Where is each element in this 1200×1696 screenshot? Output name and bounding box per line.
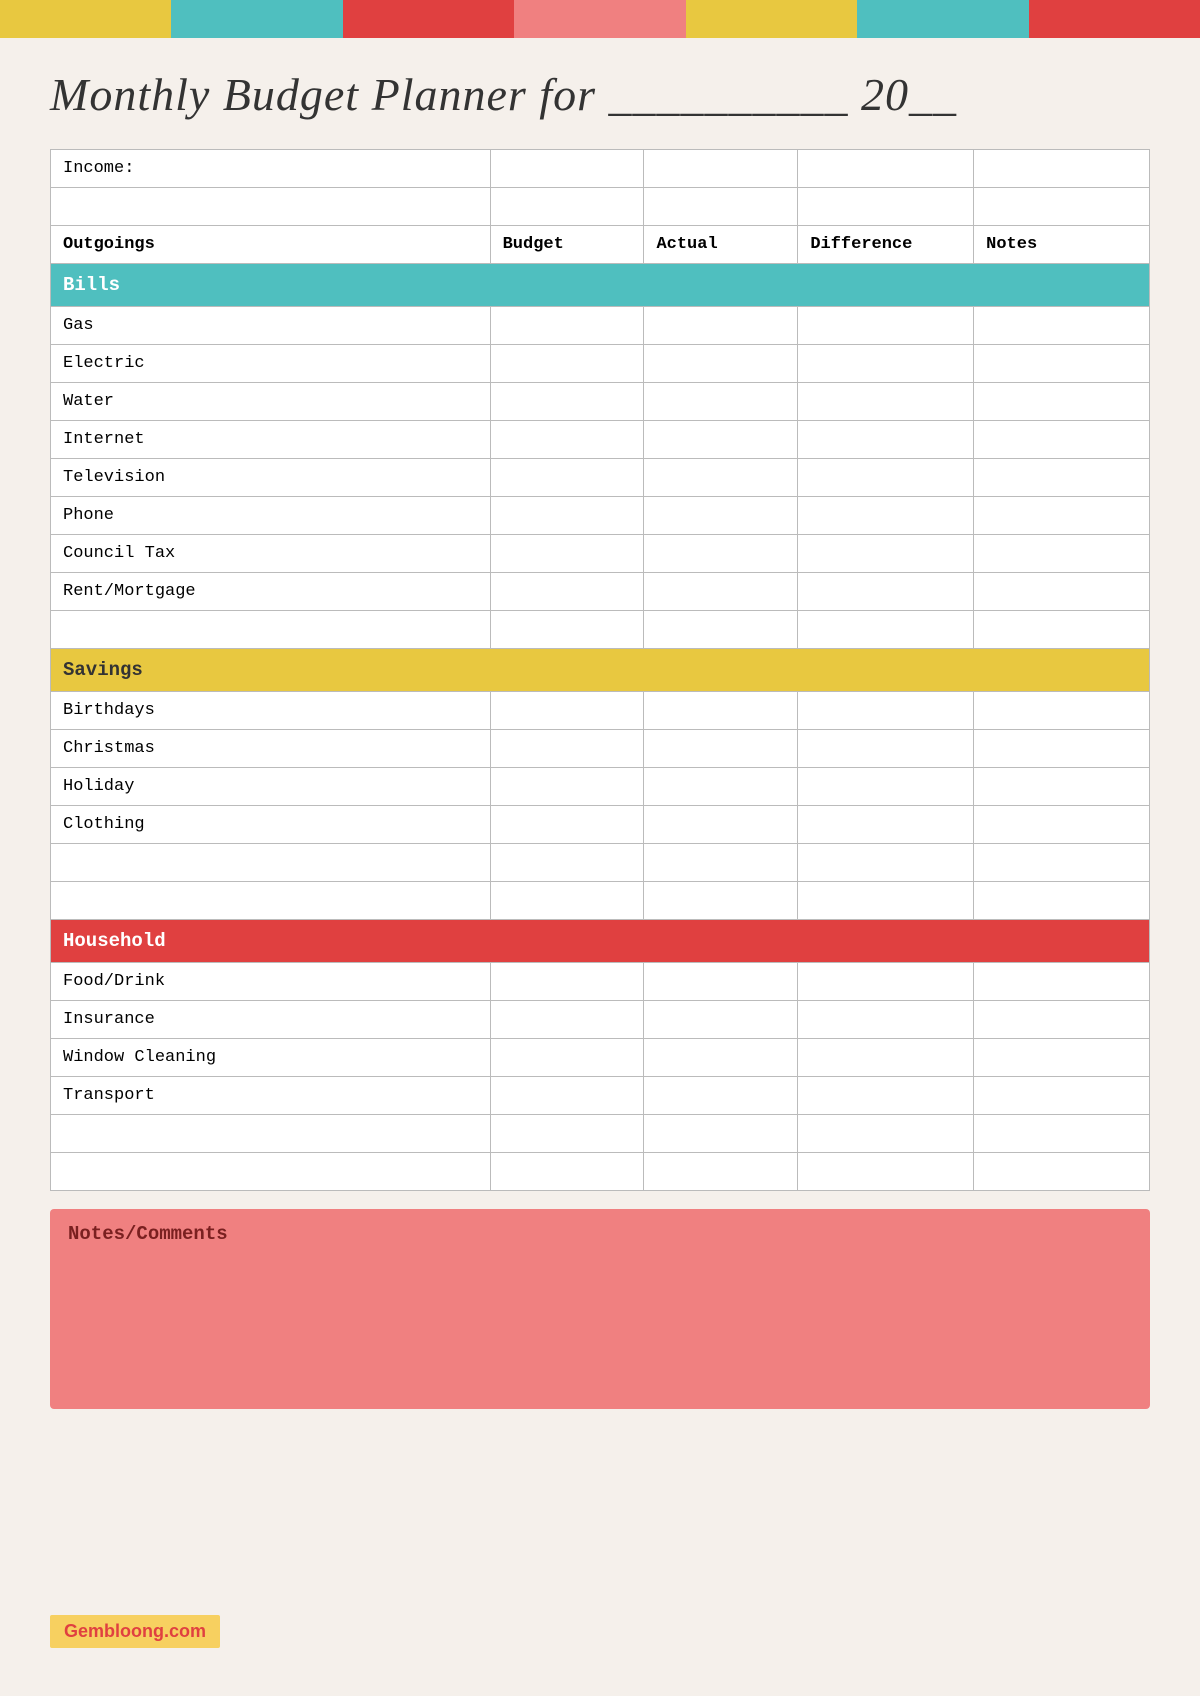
- birthdays-label: Birthdays: [51, 692, 491, 730]
- bills-label: Bills: [51, 264, 1150, 307]
- row-insurance: Insurance: [51, 1001, 1150, 1039]
- household-section-header: Household: [51, 920, 1150, 963]
- row-television: Television: [51, 459, 1150, 497]
- outgoings-header: Outgoings: [51, 226, 491, 264]
- water-label: Water: [51, 383, 491, 421]
- row-christmas: Christmas: [51, 730, 1150, 768]
- savings-label: Savings: [51, 649, 1150, 692]
- row-phone: Phone: [51, 497, 1150, 535]
- empty-row-1: [51, 188, 1150, 226]
- row-birthdays: Birthdays: [51, 692, 1150, 730]
- bar-seg-7: [1029, 0, 1200, 38]
- row-transport: Transport: [51, 1077, 1150, 1115]
- difference-header: Difference: [798, 226, 974, 264]
- holiday-label: Holiday: [51, 768, 491, 806]
- bar-seg-1: [0, 0, 171, 38]
- insurance-label: Insurance: [51, 1001, 491, 1039]
- page-content: Monthly Budget Planner for __________ 20…: [0, 38, 1200, 1429]
- empty-row-savings-1: [51, 844, 1150, 882]
- bottom-color-bar: [0, 1658, 1200, 1696]
- savings-section-header: Savings: [51, 649, 1150, 692]
- empty-row-bills: [51, 611, 1150, 649]
- row-council-tax: Council Tax: [51, 535, 1150, 573]
- bar-seg-5: [686, 0, 857, 38]
- christmas-label: Christmas: [51, 730, 491, 768]
- row-food-drink: Food/Drink: [51, 963, 1150, 1001]
- notes-comments-box: Notes/Comments: [50, 1209, 1150, 1409]
- household-label: Household: [51, 920, 1150, 963]
- row-internet: Internet: [51, 421, 1150, 459]
- bar-seg-2: [171, 0, 342, 38]
- top-color-bar: [0, 0, 1200, 38]
- council-tax-label: Council Tax: [51, 535, 491, 573]
- watermark-label: Gembloong.com: [50, 1615, 220, 1648]
- budget-header: Budget: [490, 226, 644, 264]
- income-row: Income:: [51, 150, 1150, 188]
- phone-label: Phone: [51, 497, 491, 535]
- row-water: Water: [51, 383, 1150, 421]
- television-label: Television: [51, 459, 491, 497]
- row-gas: Gas: [51, 307, 1150, 345]
- income-diff: [798, 150, 974, 188]
- column-headers: Outgoings Budget Actual Difference Notes: [51, 226, 1150, 264]
- row-rent-mortgage: Rent/Mortgage: [51, 573, 1150, 611]
- actual-header: Actual: [644, 226, 798, 264]
- row-clothing: Clothing: [51, 806, 1150, 844]
- row-electric: Electric: [51, 345, 1150, 383]
- bar-seg-4: [514, 0, 685, 38]
- empty-row-household-2: [51, 1153, 1150, 1191]
- rent-mortgage-label: Rent/Mortgage: [51, 573, 491, 611]
- page-title: Monthly Budget Planner for __________ 20…: [50, 68, 1150, 121]
- bar-seg-3: [343, 0, 514, 38]
- empty-row-household-1: [51, 1115, 1150, 1153]
- row-window-cleaning: Window Cleaning: [51, 1039, 1150, 1077]
- bar-seg-6: [857, 0, 1028, 38]
- internet-label: Internet: [51, 421, 491, 459]
- income-actual: [644, 150, 798, 188]
- gas-label: Gas: [51, 307, 491, 345]
- row-holiday: Holiday: [51, 768, 1150, 806]
- budget-table: Income: Outgoings Budget Actual Differen…: [50, 149, 1150, 1191]
- window-cleaning-label: Window Cleaning: [51, 1039, 491, 1077]
- food-drink-label: Food/Drink: [51, 963, 491, 1001]
- bills-section-header: Bills: [51, 264, 1150, 307]
- clothing-label: Clothing: [51, 806, 491, 844]
- income-budget: [490, 150, 644, 188]
- income-notes: [974, 150, 1150, 188]
- empty-row-savings-2: [51, 882, 1150, 920]
- income-label: Income:: [51, 150, 491, 188]
- notes-title: Notes/Comments: [68, 1223, 1132, 1245]
- notes-header: Notes: [974, 226, 1150, 264]
- electric-label: Electric: [51, 345, 491, 383]
- transport-label: Transport: [51, 1077, 491, 1115]
